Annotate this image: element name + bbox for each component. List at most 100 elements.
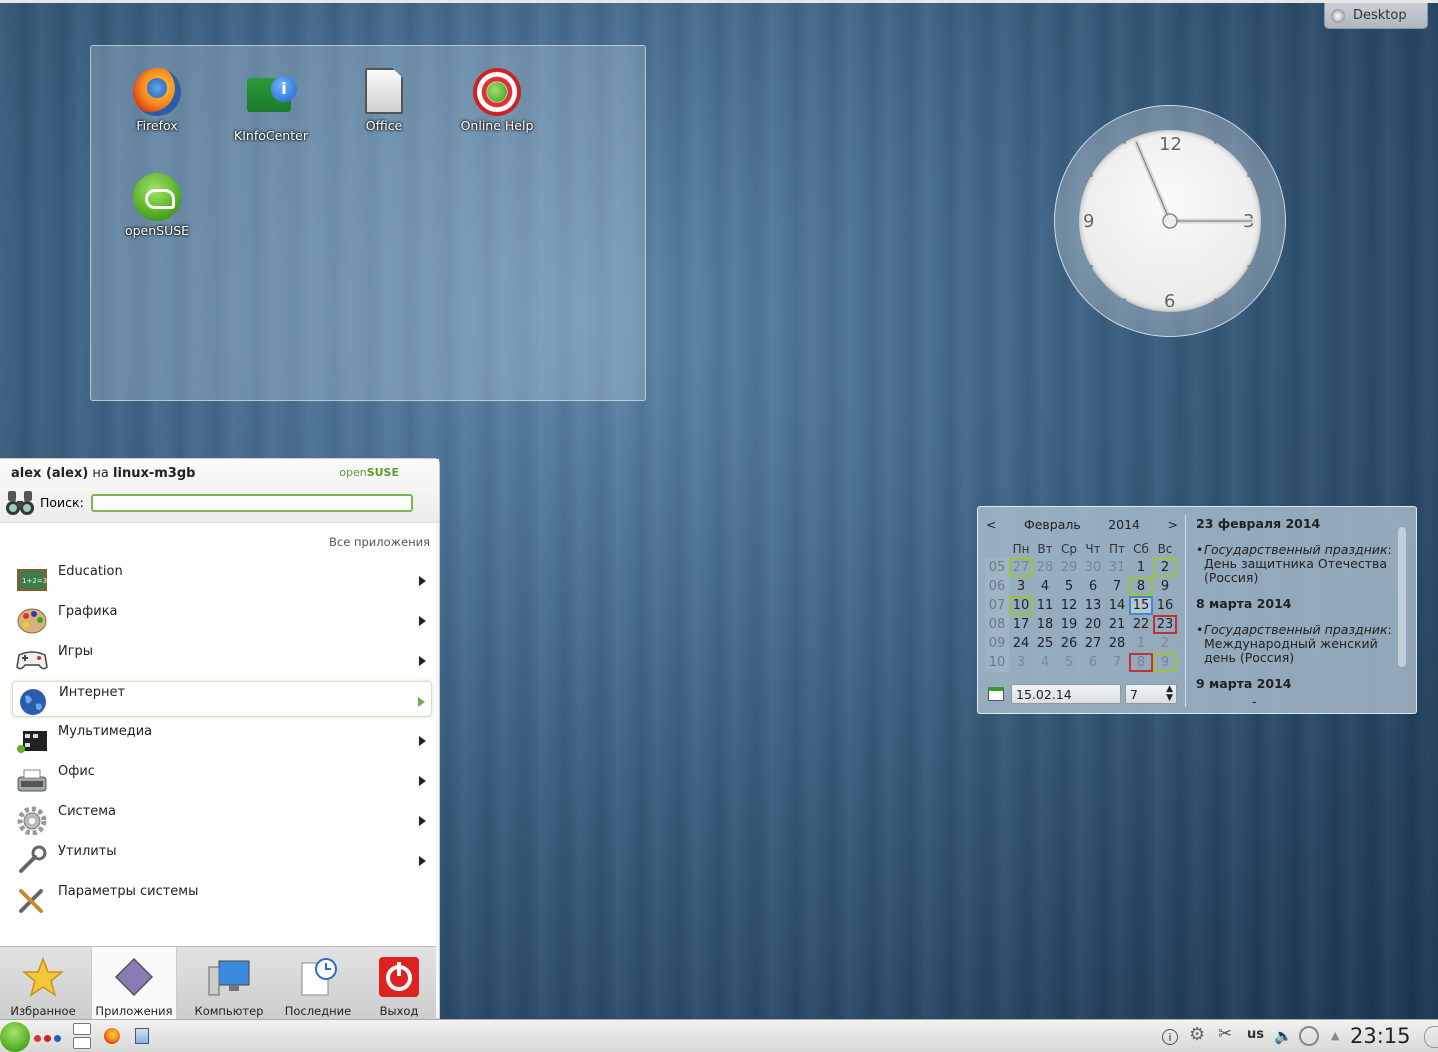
calendar-header: < Февраль 2014 >: [986, 517, 1178, 532]
calendar-day[interactable]: 21: [1105, 615, 1129, 634]
calendar-year-button[interactable]: 2014: [1108, 517, 1140, 532]
activity-switcher[interactable]: [34, 1035, 61, 1042]
calendar-day[interactable]: 5: [1057, 653, 1081, 672]
menu-item-education[interactable]: 1+2=3 Education: [12, 561, 432, 597]
calendar-day[interactable]: 2: [1153, 558, 1177, 577]
calendar-day[interactable]: 9: [1153, 653, 1177, 672]
tab-label: Избранное: [10, 1004, 76, 1018]
volume-icon[interactable]: 🔈: [1274, 1027, 1293, 1045]
tray-expand-arrow-icon[interactable]: ▲: [1331, 1029, 1339, 1042]
week-number: 06: [985, 577, 1009, 596]
calendar-day[interactable]: 7: [1105, 653, 1129, 672]
event-item: Государственный праздник: Международный …: [1196, 623, 1396, 665]
desktop-icon-firefox[interactable]: Firefox: [107, 68, 207, 133]
calendar-day[interactable]: 27: [1081, 634, 1105, 653]
menu-item-office[interactable]: Офис: [12, 761, 432, 797]
kickoff-launcher-button[interactable]: [0, 1022, 30, 1052]
tab-leave[interactable]: Выход: [356, 947, 442, 1020]
panel-clock[interactable]: 23:15: [1350, 1024, 1411, 1048]
menu-item-label: Параметры системы: [58, 884, 199, 899]
tab-recent[interactable]: Последние: [275, 947, 361, 1020]
network-icon[interactable]: [1299, 1026, 1319, 1046]
calendar-day[interactable]: 5: [1057, 577, 1081, 596]
calendar-today-icon[interactable]: [988, 687, 1004, 701]
calendar-day[interactable]: 24: [1009, 634, 1033, 653]
calendar-day[interactable]: 8: [1129, 577, 1153, 596]
calendar-day[interactable]: 1: [1129, 558, 1153, 577]
calendar-day[interactable]: 28: [1033, 558, 1057, 577]
calendar-day[interactable]: 4: [1033, 577, 1057, 596]
virtual-desktop-pager[interactable]: [73, 1023, 91, 1050]
calendar-day[interactable]: 3: [1009, 577, 1033, 596]
activity-dot-icon: [44, 1035, 51, 1042]
calendar-day[interactable]: 22: [1129, 615, 1153, 634]
binoculars-icon: [6, 491, 34, 515]
calendar-prev-month-button[interactable]: <: [986, 517, 996, 532]
calendar-day[interactable]: 27: [1009, 558, 1033, 577]
calendar-next-month-button[interactable]: >: [1167, 517, 1177, 532]
calendar-week-spinbox[interactable]: 7 ▲ ▼: [1125, 684, 1177, 704]
weekday-header: Вт: [1037, 541, 1053, 556]
desktop-icon-kinfocenter[interactable]: i KInfoCenter: [221, 68, 321, 143]
desktop-icon-online-help[interactable]: Online Help: [447, 68, 547, 133]
applications-icon: [114, 957, 154, 997]
calendar-day[interactable]: 16: [1153, 596, 1177, 615]
desktop-icon-label: openSUSE: [124, 223, 190, 238]
tab-computer[interactable]: Компьютер: [186, 947, 272, 1020]
tab-favorites[interactable]: Избранное: [0, 947, 86, 1020]
calendar-day[interactable]: 9: [1153, 577, 1177, 596]
spinbox-arrows-icon[interactable]: ▲ ▼: [1166, 685, 1173, 703]
calendar-day[interactable]: 29: [1057, 558, 1081, 577]
calendar-day[interactable]: 26: [1057, 634, 1081, 653]
kickoff-search-input[interactable]: [91, 494, 413, 512]
event-date-heading: 8 марта 2014: [1196, 596, 1292, 611]
calendar-day[interactable]: 14: [1105, 596, 1129, 615]
calendar-day[interactable]: 7: [1105, 577, 1129, 596]
menu-item-multimedia[interactable]: Мультимедиа: [12, 721, 432, 757]
menu-item-internet[interactable]: Интернет: [12, 681, 432, 717]
panel-toolbox-icon[interactable]: [1424, 1026, 1438, 1048]
calendar-day[interactable]: 12: [1057, 596, 1081, 615]
calendar-day[interactable]: 11: [1033, 596, 1057, 615]
calendar-date-field[interactable]: 15.02.14: [1011, 684, 1121, 704]
calendar-day[interactable]: 6: [1081, 577, 1105, 596]
calendar-day[interactable]: 20: [1081, 615, 1105, 634]
calendar-day[interactable]: 18: [1033, 615, 1057, 634]
calendar-day[interactable]: 30: [1081, 558, 1105, 577]
calendar-day[interactable]: 13: [1081, 596, 1105, 615]
calendar-day[interactable]: 3: [1009, 653, 1033, 672]
menu-item-system[interactable]: Система: [12, 801, 432, 837]
calendar-day[interactable]: 10: [1009, 596, 1033, 615]
task-manager-icon[interactable]: [135, 1028, 149, 1044]
menu-item-utilities[interactable]: Утилиты: [12, 841, 432, 877]
calendar-day[interactable]: 6: [1081, 653, 1105, 672]
menu-item-label: Мультимедиа: [58, 724, 153, 739]
desktop-icon-office[interactable]: Office: [334, 68, 434, 133]
calendar-day[interactable]: 31: [1105, 558, 1129, 577]
calendar-day-holiday[interactable]: 8: [1129, 653, 1153, 672]
calendar-day[interactable]: 19: [1057, 615, 1081, 634]
info-icon[interactable]: i: [1162, 1029, 1178, 1045]
calendar-day[interactable]: 4: [1033, 653, 1057, 672]
calendar-events-scrollbar[interactable]: [1398, 527, 1406, 667]
desktop-icon-opensuse[interactable]: openSUSE: [107, 173, 207, 238]
menu-item-games[interactable]: Игры: [12, 641, 432, 677]
firefox-icon[interactable]: [104, 1028, 120, 1044]
desktop-toolbox-button[interactable]: Desktop: [1324, 3, 1428, 29]
calendar-day[interactable]: 1: [1129, 634, 1153, 653]
calendar-day[interactable]: 17: [1009, 615, 1033, 634]
kickoff-tab-bar: Избранное Приложения Компьютер Последние…: [0, 946, 436, 1020]
calendar-month-button[interactable]: Февраль: [1024, 517, 1081, 532]
calendar-day[interactable]: 2: [1153, 634, 1177, 653]
tab-applications[interactable]: Приложения: [91, 947, 177, 1020]
menu-item-graphics[interactable]: Графика: [12, 601, 432, 637]
calendar-day[interactable]: 28: [1105, 634, 1129, 653]
clipboard-scissors-icon[interactable]: ✂: [1218, 1024, 1232, 1044]
keyboard-layout-indicator[interactable]: us: [1247, 1027, 1264, 1042]
settings-gear-icon[interactable]: ⚙: [1189, 1024, 1205, 1045]
menu-item-system-settings[interactable]: Параметры системы: [12, 881, 432, 917]
calendar-day[interactable]: 25: [1033, 634, 1057, 653]
calendar-day-today[interactable]: 15: [1129, 596, 1153, 615]
week-number: 05: [985, 558, 1009, 577]
calendar-day-holiday[interactable]: 23: [1153, 615, 1177, 634]
